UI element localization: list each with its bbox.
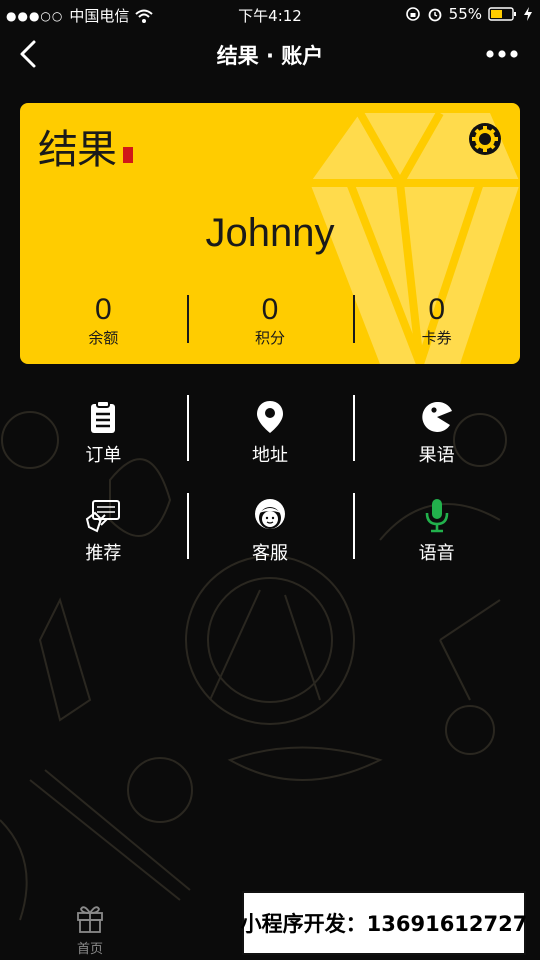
stat-points[interactable]: 0 积分 (186, 293, 354, 349)
menu-item-voice[interactable]: 语音 (353, 493, 520, 564)
stat-coupons[interactable]: 0 卡券 (353, 293, 520, 349)
menu-item-recommend[interactable]: 推荐 (20, 493, 187, 564)
account-stats: 0 余额 0 积分 0 卡券 (20, 293, 520, 349)
menu-label: 客服 (252, 543, 288, 564)
navigation-bar: 结果 · 账户 (0, 28, 540, 84)
pacman-icon (421, 401, 452, 432)
recommend-card-icon (86, 500, 121, 533)
stat-label: 积分 (255, 329, 286, 347)
menu-item-fruit-words[interactable]: 果语 (353, 395, 520, 466)
stat-value: 0 (94, 293, 112, 326)
menu-item-customer-service[interactable]: 客服 (186, 493, 354, 564)
more-options-icon[interactable] (484, 42, 520, 66)
stat-balance[interactable]: 0 余额 (20, 293, 187, 349)
feature-menu: 订单 地址 果语 推荐 客服 语音 (20, 395, 520, 591)
charging-bolt-icon (524, 7, 532, 21)
microphone-icon (425, 499, 448, 533)
location-pin-icon (257, 401, 283, 433)
menu-label: 果语 (418, 445, 455, 466)
stat-value: 0 (428, 293, 446, 326)
stat-value: 0 (261, 293, 279, 326)
tab-label: 首页 (76, 942, 103, 957)
username: Johnny (205, 211, 335, 255)
menu-label: 订单 (85, 445, 122, 466)
gift-icon (77, 906, 103, 933)
tab-home[interactable]: 首页 (62, 902, 118, 960)
brand-seal-stamp (123, 147, 133, 163)
status-bar: ●●●○○ 中国电信 下午4:12 55% (0, 0, 540, 28)
gear-icon[interactable] (468, 122, 502, 156)
menu-label: 地址 (252, 445, 288, 466)
menu-item-orders[interactable]: 订单 (20, 395, 187, 466)
battery-percent: 55% (448, 5, 482, 23)
page-title: 结果 · 账户 (216, 44, 324, 68)
rotation-lock-icon (405, 7, 420, 21)
menu-label: 语音 (418, 543, 455, 564)
menu-item-address[interactable]: 地址 (186, 395, 354, 466)
battery-icon (488, 7, 516, 21)
menu-label: 推荐 (85, 543, 122, 564)
developer-contact-banner: 小程序开发：13691612727 (241, 891, 527, 955)
brand-logo-text: 结果 (38, 127, 117, 173)
support-agent-icon (255, 499, 285, 529)
clipboard-icon (91, 400, 116, 433)
alarm-icon (428, 8, 442, 22)
stat-label: 余额 (88, 329, 119, 347)
member-card: 结果 Johnny 0 余额 0 积分 0 卡券 (20, 103, 520, 364)
stat-label: 卡券 (421, 329, 452, 347)
